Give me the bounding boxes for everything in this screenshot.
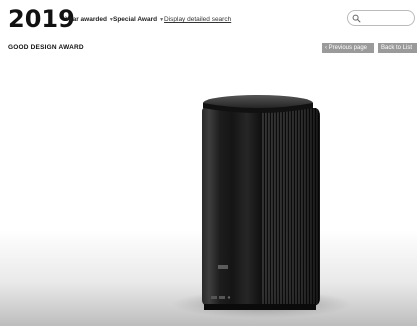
special-award-filter[interactable]: Special Award ▼ <box>113 16 164 23</box>
page: 2019 Year awarded ▼ Special Award ▼ Displa… <box>0 0 417 326</box>
previous-page-button[interactable]: ‹ Previous page <box>322 43 374 53</box>
asus-logo <box>218 265 228 269</box>
year-awarded-filter[interactable]: Year awarded ▼ <box>65 16 114 23</box>
product-illustration <box>0 95 417 326</box>
top-bar: 2019 Year awarded ▼ Special Award ▼ Displa… <box>0 0 417 38</box>
page-title: GOOD DESIGN AWARD <box>8 44 84 51</box>
detailed-search-link[interactable]: Display detailed search <box>164 16 231 23</box>
product-photo <box>0 60 417 326</box>
search-box[interactable] <box>347 10 415 26</box>
year-awarded-label: Year awarded <box>65 16 107 23</box>
back-to-list-button[interactable]: Back to List <box>378 43 417 53</box>
special-award-label: Special Award <box>113 16 158 23</box>
search-icon <box>352 14 361 23</box>
search-input[interactable] <box>362 12 412 24</box>
